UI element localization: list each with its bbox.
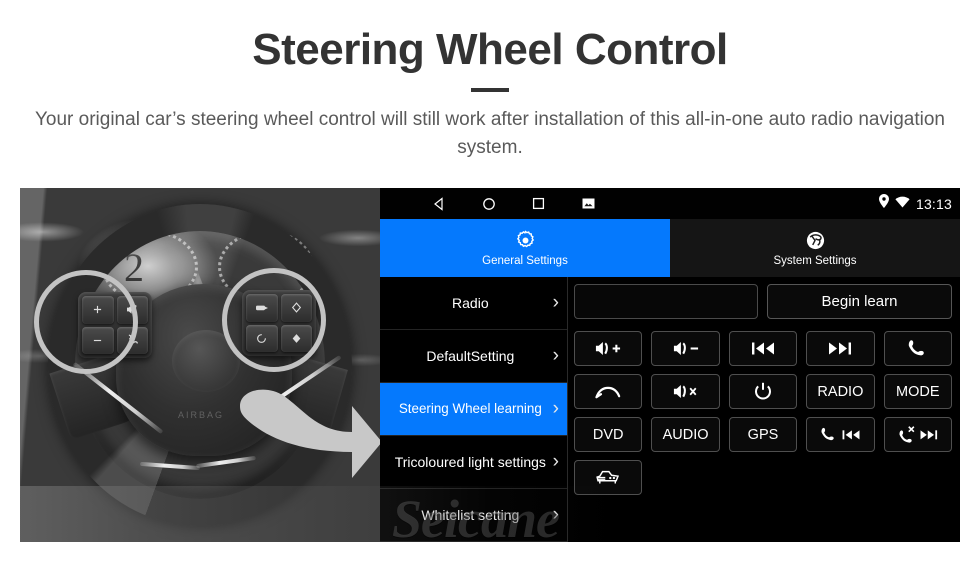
head-unit-screen: 13:13 General Settings System Settings R… [380,188,960,542]
back-icon[interactable] [430,195,447,212]
status-clock: 13:13 [915,195,952,212]
gear-icon [515,230,536,252]
wifi-icon [895,195,910,213]
gps-button[interactable]: GPS [728,417,798,452]
chevron-right-icon: › [552,398,559,419]
highlight-circle-right [222,268,326,372]
title-divider [471,88,509,93]
chevron-right-icon: › [552,451,559,472]
power-button[interactable] [728,374,798,409]
next-track-button[interactable] [806,331,875,366]
audio-button[interactable]: AUDIO [651,417,720,452]
steering-key-grid: RADIO MODE DVD AUDIO GPS [574,331,952,495]
sidebar-item-steering-wheel-learning[interactable]: Steering Wheel learning › [380,383,567,436]
android-status-bar: 13:13 [380,188,960,219]
recents-icon[interactable] [530,195,547,212]
learn-display-input[interactable] [574,284,758,319]
tab-general-settings[interactable]: General Settings [380,219,670,277]
phone-hangup-button[interactable] [574,374,643,409]
car-settings-button[interactable] [574,460,643,495]
sidebar-item-label: DefaultSetting [426,347,515,364]
sidebar-item-tricoloured-light-settings[interactable]: Tricoloured light settings › [380,436,567,489]
radio-button[interactable]: RADIO [806,374,875,409]
settings-body: Radio › DefaultSetting › Steering Wheel … [380,277,960,542]
sidebar-item-label: Radio [452,294,489,311]
sidebar-item-whitelist-setting[interactable]: Whitelist setting › [380,489,567,542]
tab-system-settings[interactable]: System Settings [670,219,960,277]
phone-answer-button[interactable] [883,331,952,366]
right-arrow-icon [232,380,380,484]
settings-sidebar: Radio › DefaultSetting › Steering Wheel … [380,277,568,542]
dvd-button[interactable]: DVD [574,417,643,452]
begin-learn-button[interactable]: Begin learn [767,284,952,319]
status-indicators: 13:13 [878,188,952,219]
screenshot-icon[interactable] [580,195,597,212]
location-pin-icon [878,194,889,213]
navigation-buttons [430,195,597,212]
home-icon[interactable] [480,195,497,212]
chevron-right-icon: › [552,292,559,313]
sidebar-item-label: Steering Wheel learning [398,401,542,417]
phone-previous-button[interactable] [806,417,875,452]
steering-wheel-photo: 2 AIRBAG [20,188,380,542]
phone-reject-next-button[interactable] [883,417,952,452]
chevron-right-icon: › [552,504,559,525]
sidebar-item-radio[interactable]: Radio › [380,277,567,330]
highlight-circle-left [34,270,138,374]
tab-system-settings-label: System Settings [773,254,857,267]
demo-panel: 2 AIRBAG 13:13 General Settings System S… [20,188,960,542]
previous-track-button[interactable] [728,331,798,366]
volume-down-button[interactable] [651,331,720,366]
sidebar-item-defaultsetting[interactable]: DefaultSetting › [380,330,567,383]
tab-general-settings-label: General Settings [482,254,568,267]
volume-mute-button[interactable] [651,374,720,409]
sidebar-item-label: Tricoloured light settings [394,453,546,470]
mode-button[interactable]: MODE [883,374,952,409]
learn-controls-row: Begin learn [574,284,952,319]
settings-tabs: General Settings System Settings [380,219,960,277]
chevron-right-icon: › [552,345,559,366]
page-header: Steering Wheel Control Your original car… [0,0,980,161]
steering-wheel-learning-pane: Begin learn RADIO MODE DVD AUDIO GPS [568,277,960,542]
system-logo-icon [805,230,826,252]
sidebar-item-label: Whitelist setting [421,506,520,523]
page-subtitle: Your original car’s steering wheel contr… [34,109,945,158]
page-title: Steering Wheel Control [252,25,728,74]
volume-up-button[interactable] [574,331,643,366]
airbag-label: AIRBAG [178,410,225,420]
